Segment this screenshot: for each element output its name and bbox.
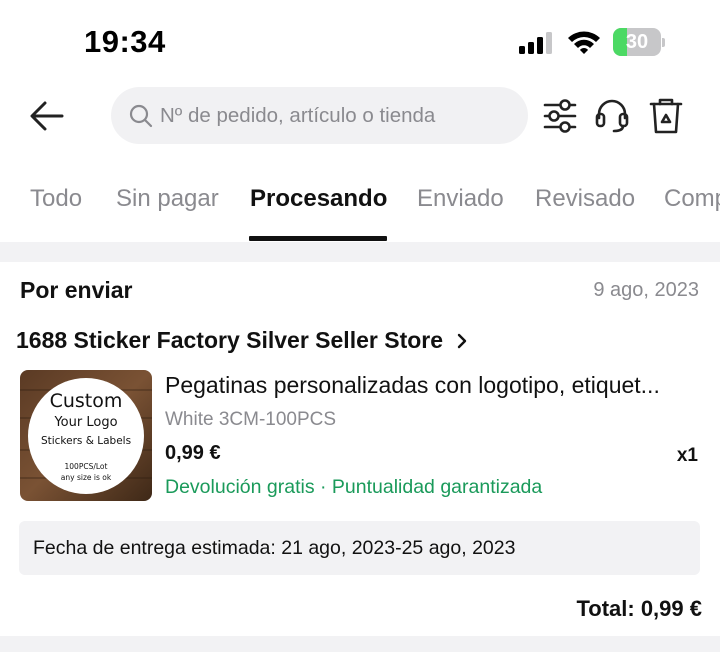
status-bar: 19:34 30 (0, 0, 720, 80)
search-input[interactable]: Nº de pedido, artículo o tienda (111, 87, 528, 144)
tab-todo[interactable]: Todo (30, 185, 82, 213)
store-name: 1688 Sticker Factory Silver Seller Store (16, 327, 444, 353)
image-text-logo: Your Logo (53, 415, 117, 430)
filter-sliders-icon[interactable] (542, 96, 578, 136)
status-time: 19:34 (84, 24, 166, 59)
tab-enviado[interactable]: Enviado (417, 185, 504, 213)
order-total: Total: 0,99 € (576, 596, 702, 621)
arrow-left-icon[interactable] (28, 96, 66, 136)
tab-comp[interactable]: Comp (664, 185, 720, 213)
product-title[interactable]: Pegatinas personalizadas con logotipo, e… (165, 372, 700, 399)
active-tab-indicator (249, 236, 387, 241)
image-text-size: any size is ok (61, 473, 112, 482)
order-date: 9 ago, 2023 (593, 279, 699, 301)
product-quantity: x1 (676, 445, 698, 466)
trash-recycle-icon[interactable] (648, 96, 684, 136)
battery-icon: 30 (613, 28, 665, 56)
tab-procesando[interactable]: Procesando (250, 185, 387, 213)
product-image-graphic: Custom Your Logo Stickers & Labels 100PC… (20, 370, 152, 501)
store-link[interactable]: 1688 Sticker Factory Silver Seller Store (16, 327, 469, 354)
tab-revisado[interactable]: Revisado (535, 185, 635, 213)
headset-support-icon[interactable] (594, 96, 630, 136)
product-image[interactable]: Custom Your Logo Stickers & Labels 100PC… (20, 370, 152, 501)
order-tabs: Todo Sin pagar Procesando Enviado Revisa… (0, 170, 720, 242)
product-perks: Devolución gratis · Puntualidad garantiz… (165, 476, 543, 498)
tab-sin-pagar[interactable]: Sin pagar (116, 185, 219, 213)
delivery-estimate: Fecha de entrega estimada: 21 ago, 2023-… (33, 536, 516, 559)
image-text-pcs: 100PCS/Lot (65, 462, 108, 471)
search-placeholder: Nº de pedido, artículo o tienda (160, 103, 436, 127)
wifi-icon (568, 31, 600, 54)
order-status: Por enviar (20, 277, 133, 303)
section-divider-bottom (0, 636, 720, 652)
product-variant: White 3CM-100PCS (165, 409, 337, 430)
image-text-stickers: Stickers & Labels (41, 435, 131, 447)
battery-percent: 30 (625, 31, 649, 53)
search-icon (129, 104, 153, 127)
image-text-custom: Custom (50, 390, 123, 412)
product-price: 0,99 € (165, 442, 221, 464)
cellular-signal-icon (519, 32, 552, 54)
chevron-right-icon (457, 333, 467, 348)
delivery-estimate-box: Fecha de entrega estimada: 21 ago, 2023-… (19, 521, 700, 575)
section-divider (0, 242, 720, 262)
